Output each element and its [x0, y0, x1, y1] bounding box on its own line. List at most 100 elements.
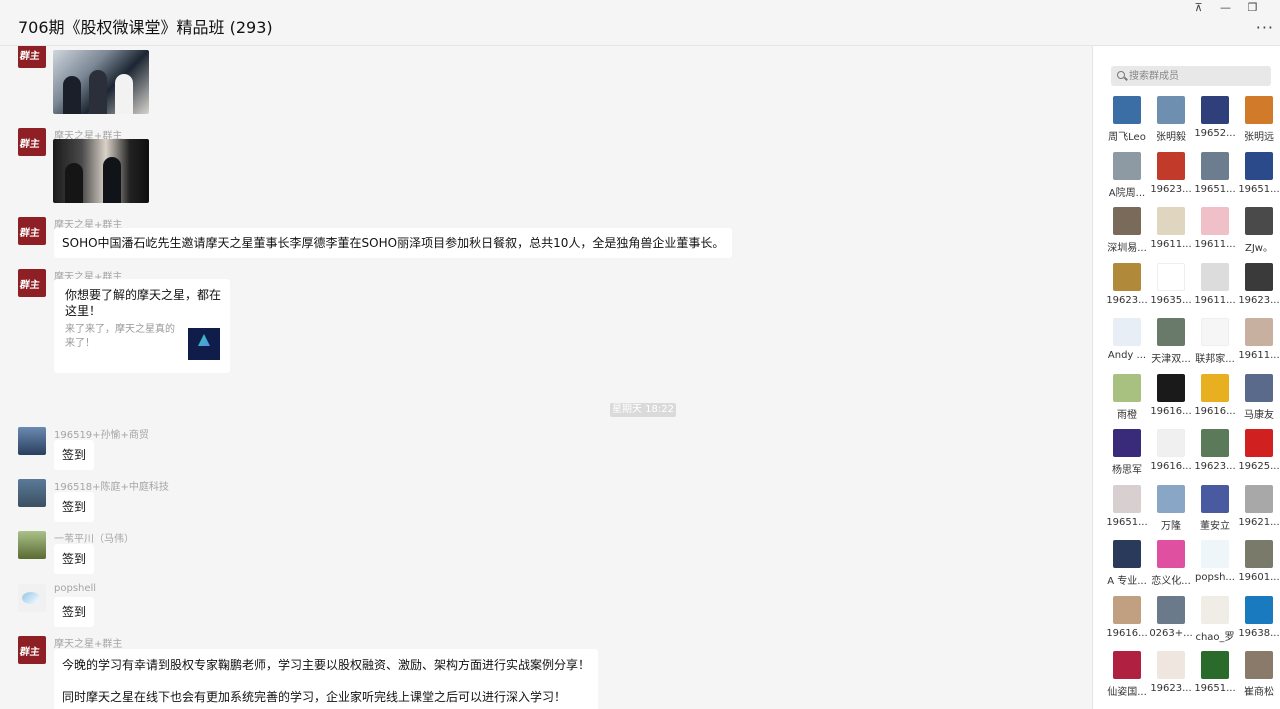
- avatar[interactable]: [18, 636, 46, 664]
- chat-messages[interactable]: 摩天之星+群主 摩天之星+群主 SOHO中国潘石屹先生邀请摩天之星董事长李厚德李…: [0, 46, 1092, 709]
- member-item[interactable]: 0263+...: [1149, 595, 1193, 652]
- member-item[interactable]: 19601...: [1237, 540, 1280, 596]
- chat-title: 706期《股权微课堂》精品班 (293): [18, 18, 273, 37]
- member-name: 19623...: [1150, 183, 1192, 195]
- member-item[interactable]: 19652...: [1193, 96, 1237, 152]
- member-name: 杨思军: [1112, 465, 1142, 476]
- member-name: 雨橙: [1117, 409, 1137, 421]
- member-item[interactable]: 19651...: [1237, 151, 1280, 208]
- member-item[interactable]: 19635...: [1149, 262, 1193, 319]
- member-item[interactable]: popsh...: [1193, 540, 1237, 596]
- member-item[interactable]: 19623...: [1149, 151, 1193, 208]
- member-item[interactable]: 19611...: [1193, 207, 1237, 263]
- member-item[interactable]: 19623...: [1193, 429, 1237, 485]
- member-name: 19601...: [1238, 572, 1280, 583]
- member-item[interactable]: 19616...: [1193, 373, 1237, 430]
- avatar[interactable]: [18, 269, 46, 297]
- member-item[interactable]: 19616...: [1149, 429, 1193, 485]
- member-item[interactable]: 雨橙: [1105, 373, 1149, 430]
- message-bubble[interactable]: 签到: [54, 440, 95, 470]
- more-icon[interactable]: ···: [1256, 18, 1274, 37]
- member-item[interactable]: 19623...: [1237, 262, 1280, 319]
- card-logo-icon: [188, 328, 220, 360]
- member-name: 19616...: [1150, 461, 1192, 472]
- member-item[interactable]: 19621...: [1237, 484, 1280, 541]
- member-avatar: [1113, 484, 1141, 513]
- avatar[interactable]: [18, 128, 46, 156]
- member-item[interactable]: 联邦家...: [1193, 318, 1237, 374]
- message-image[interactable]: [53, 50, 149, 114]
- member-name: 0263+...: [1149, 627, 1193, 639]
- avatar[interactable]: [18, 584, 46, 612]
- member-name: 周飞Leo: [1108, 132, 1146, 143]
- member-avatar: [1113, 96, 1141, 124]
- member-name: A 专业...: [1107, 576, 1147, 587]
- member-avatar: [1113, 318, 1141, 346]
- member-item[interactable]: 深圳易...: [1105, 207, 1149, 263]
- member-item[interactable]: 19611...: [1237, 318, 1280, 374]
- member-avatar: [1201, 318, 1229, 346]
- message-bubble[interactable]: 签到: [54, 492, 95, 522]
- member-avatar: [1113, 373, 1141, 402]
- member-avatar: [1157, 262, 1185, 291]
- member-avatar: [1201, 96, 1229, 124]
- member-item[interactable]: A 专业...: [1105, 540, 1149, 596]
- message-bubble[interactable]: 签到: [54, 597, 95, 627]
- member-item[interactable]: 19651...: [1105, 484, 1149, 541]
- sender-name: 196519+孙愉+商贸: [54, 430, 149, 441]
- member-name: 马康友: [1244, 409, 1274, 421]
- member-item[interactable]: 19611...: [1193, 262, 1237, 319]
- member-item[interactable]: 19611...: [1149, 207, 1193, 263]
- member-item[interactable]: 张明毅: [1149, 96, 1193, 152]
- member-item[interactable]: 19616...: [1149, 373, 1193, 430]
- message-bubble[interactable]: 今晚的学习有幸请到股权专家鞠鹏老师，学习主要以股权融资、激励、架构方面进行实战案…: [54, 649, 599, 709]
- member-avatar: [1157, 484, 1185, 513]
- member-item[interactable]: chao_罗: [1193, 595, 1237, 652]
- member-item[interactable]: 万隆: [1149, 484, 1193, 541]
- member-item[interactable]: A院周...: [1105, 151, 1149, 208]
- message-line: 今晚的学习有幸请到股权专家鞠鹏老师，学习主要以股权融资、激励、架构方面进行实战案…: [62, 658, 591, 672]
- member-item[interactable]: 19623...: [1149, 651, 1193, 707]
- member-item[interactable]: ZJw。: [1237, 207, 1280, 263]
- member-item[interactable]: 崔商松: [1237, 651, 1280, 707]
- member-item[interactable]: 马康友: [1237, 373, 1280, 430]
- minimize-icon[interactable]: —: [1212, 2, 1239, 16]
- member-avatar: [1157, 651, 1185, 679]
- message-bubble[interactable]: 签到: [54, 544, 95, 574]
- member-item[interactable]: 董安立: [1193, 484, 1237, 541]
- member-item[interactable]: 杨思军: [1105, 429, 1149, 485]
- message-image[interactable]: [53, 139, 149, 203]
- member-item[interactable]: 周飞Leo: [1105, 96, 1149, 152]
- message-bubble[interactable]: SOHO中国潘石屹先生邀请摩天之星董事长李厚德李董在SOHO丽泽项目参加秋日餐叙…: [54, 228, 733, 258]
- member-item[interactable]: 19623...: [1105, 262, 1149, 319]
- member-avatar: [1245, 96, 1273, 124]
- member-avatar: [1245, 484, 1273, 513]
- member-item[interactable]: 仙姿国...: [1105, 651, 1149, 707]
- avatar[interactable]: [18, 531, 46, 559]
- restore-icon[interactable]: ❐: [1239, 2, 1266, 16]
- member-name: 19611...: [1194, 294, 1236, 306]
- member-avatar: [1157, 373, 1185, 402]
- member-item[interactable]: 张明远: [1237, 96, 1280, 152]
- member-item[interactable]: 19638...: [1237, 595, 1280, 652]
- member-avatar: [1201, 207, 1229, 235]
- member-item[interactable]: 19651...: [1193, 651, 1237, 707]
- member-search[interactable]: [1111, 66, 1271, 86]
- member-item[interactable]: 恋义化...: [1149, 540, 1193, 596]
- avatar[interactable]: [18, 217, 46, 245]
- member-item[interactable]: 19651...: [1193, 151, 1237, 208]
- member-item[interactable]: 19625...: [1237, 429, 1280, 485]
- pin-icon[interactable]: ⊼: [1185, 2, 1212, 16]
- avatar[interactable]: [18, 479, 46, 507]
- member-name: 天津双...: [1151, 354, 1191, 365]
- member-item[interactable]: 19616...: [1105, 595, 1149, 652]
- member-name: chao_罗: [1195, 631, 1235, 643]
- avatar[interactable]: [18, 427, 46, 455]
- member-avatar: [1157, 151, 1185, 180]
- member-item[interactable]: Andy ...: [1105, 318, 1149, 374]
- avatar[interactable]: [18, 46, 46, 68]
- link-card[interactable]: 你想要了解的摩天之星，都在这里！ 来了来了，摩天之星真的来了！: [54, 279, 230, 373]
- member-item[interactable]: 天津双...: [1149, 318, 1193, 374]
- member-avatar: [1113, 429, 1141, 457]
- search-input[interactable]: [1129, 68, 1265, 84]
